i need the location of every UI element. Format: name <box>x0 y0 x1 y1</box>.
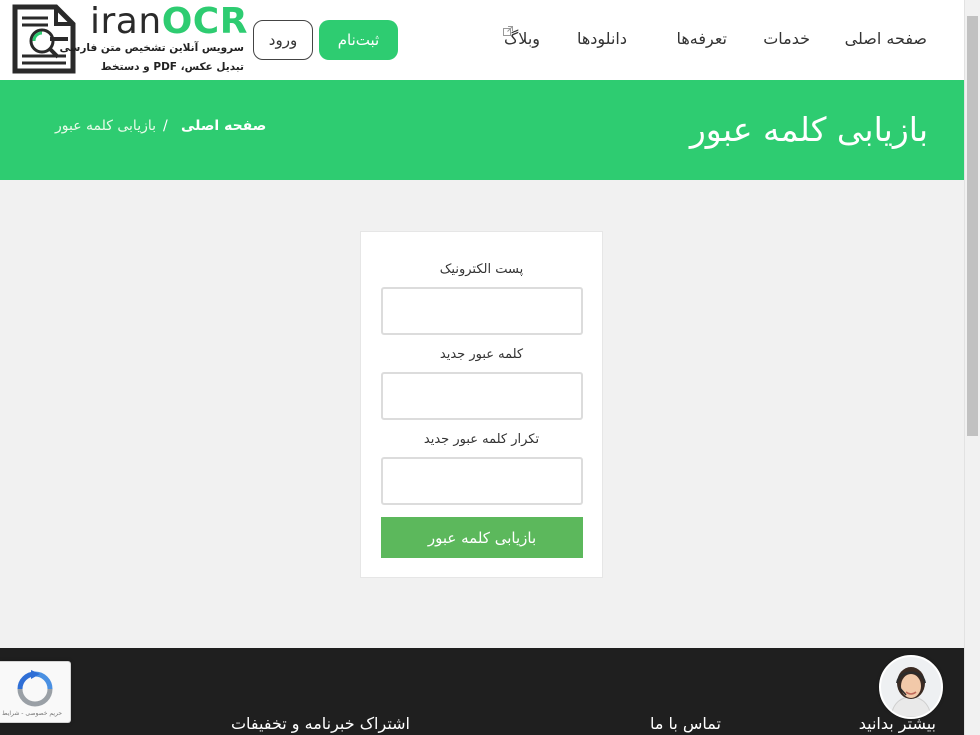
logo-tagline: سرویس آنلاین تشخیص متن فارسی <box>59 42 244 54</box>
support-agent-icon <box>881 657 941 717</box>
repeat-password-field[interactable] <box>381 457 583 505</box>
support-chat-avatar[interactable] <box>879 655 943 719</box>
page-title: بازیابی کلمه عبور <box>689 110 928 149</box>
footer-heading-newsletter: اشتراک خبرنامه و تخفیفات <box>230 714 410 733</box>
page-scrollbar[interactable] <box>964 0 980 735</box>
nav-item-pricing[interactable]: تعرفه‌ها <box>676 28 727 50</box>
new-password-field[interactable] <box>381 372 583 420</box>
recaptcha-badge[interactable]: حریم خصوصی - شرایط <box>0 661 71 723</box>
recaptcha-icon <box>17 670 53 707</box>
logo-subtagline: تبدیل عکس، PDF و دستخط <box>100 61 244 73</box>
breadcrumb-separator: / <box>163 118 168 134</box>
email-label: پست الکترونیک <box>439 262 524 277</box>
recaptcha-terms[interactable]: حریم خصوصی - شرایط <box>2 710 62 717</box>
reset-password-button[interactable]: بازیابی کلمه عبور <box>381 517 583 558</box>
page-banner: بازیابی کلمه عبور صفحه اصلی / بازیابی کل… <box>0 80 964 180</box>
logo-wordmark: iranOCR <box>90 1 248 42</box>
nav-item-home[interactable]: صفحه اصلی <box>845 28 927 50</box>
signup-button[interactable]: ثبت‌نام <box>319 20 398 60</box>
site-footer: بیشتر بدانید تماس با ما اشتراک خبرنامه و… <box>0 648 964 735</box>
footer-heading-contact: تماس با ما <box>649 714 721 733</box>
document-scan-icon <box>12 4 76 74</box>
scrollbar-thumb[interactable] <box>967 16 978 436</box>
nav-item-downloads[interactable]: دانلودها <box>577 28 627 50</box>
new-password-label: کلمه عبور جدید <box>439 347 524 362</box>
breadcrumb-home-link[interactable]: صفحه اصلی <box>181 118 266 134</box>
external-link-icon <box>503 26 513 36</box>
top-navbar: iranOCR سرویس آنلاین تشخیص متن فارسی تبد… <box>0 0 964 80</box>
site-logo[interactable]: iranOCR سرویس آنلاین تشخیص متن فارسی تبد… <box>12 2 247 76</box>
password-reset-form: پست الکترونیک کلمه عبور جدید تکرار کلمه … <box>360 231 603 578</box>
breadcrumb-current: بازیابی کلمه عبور <box>55 118 157 134</box>
repeat-password-label: تکرار کلمه عبور جدید <box>423 432 540 447</box>
nav-item-services[interactable]: خدمات <box>763 28 810 50</box>
login-button[interactable]: ورود <box>253 20 313 60</box>
footer-heading-learn-more: بیشتر بدانید <box>858 714 936 733</box>
email-field[interactable] <box>381 287 583 335</box>
